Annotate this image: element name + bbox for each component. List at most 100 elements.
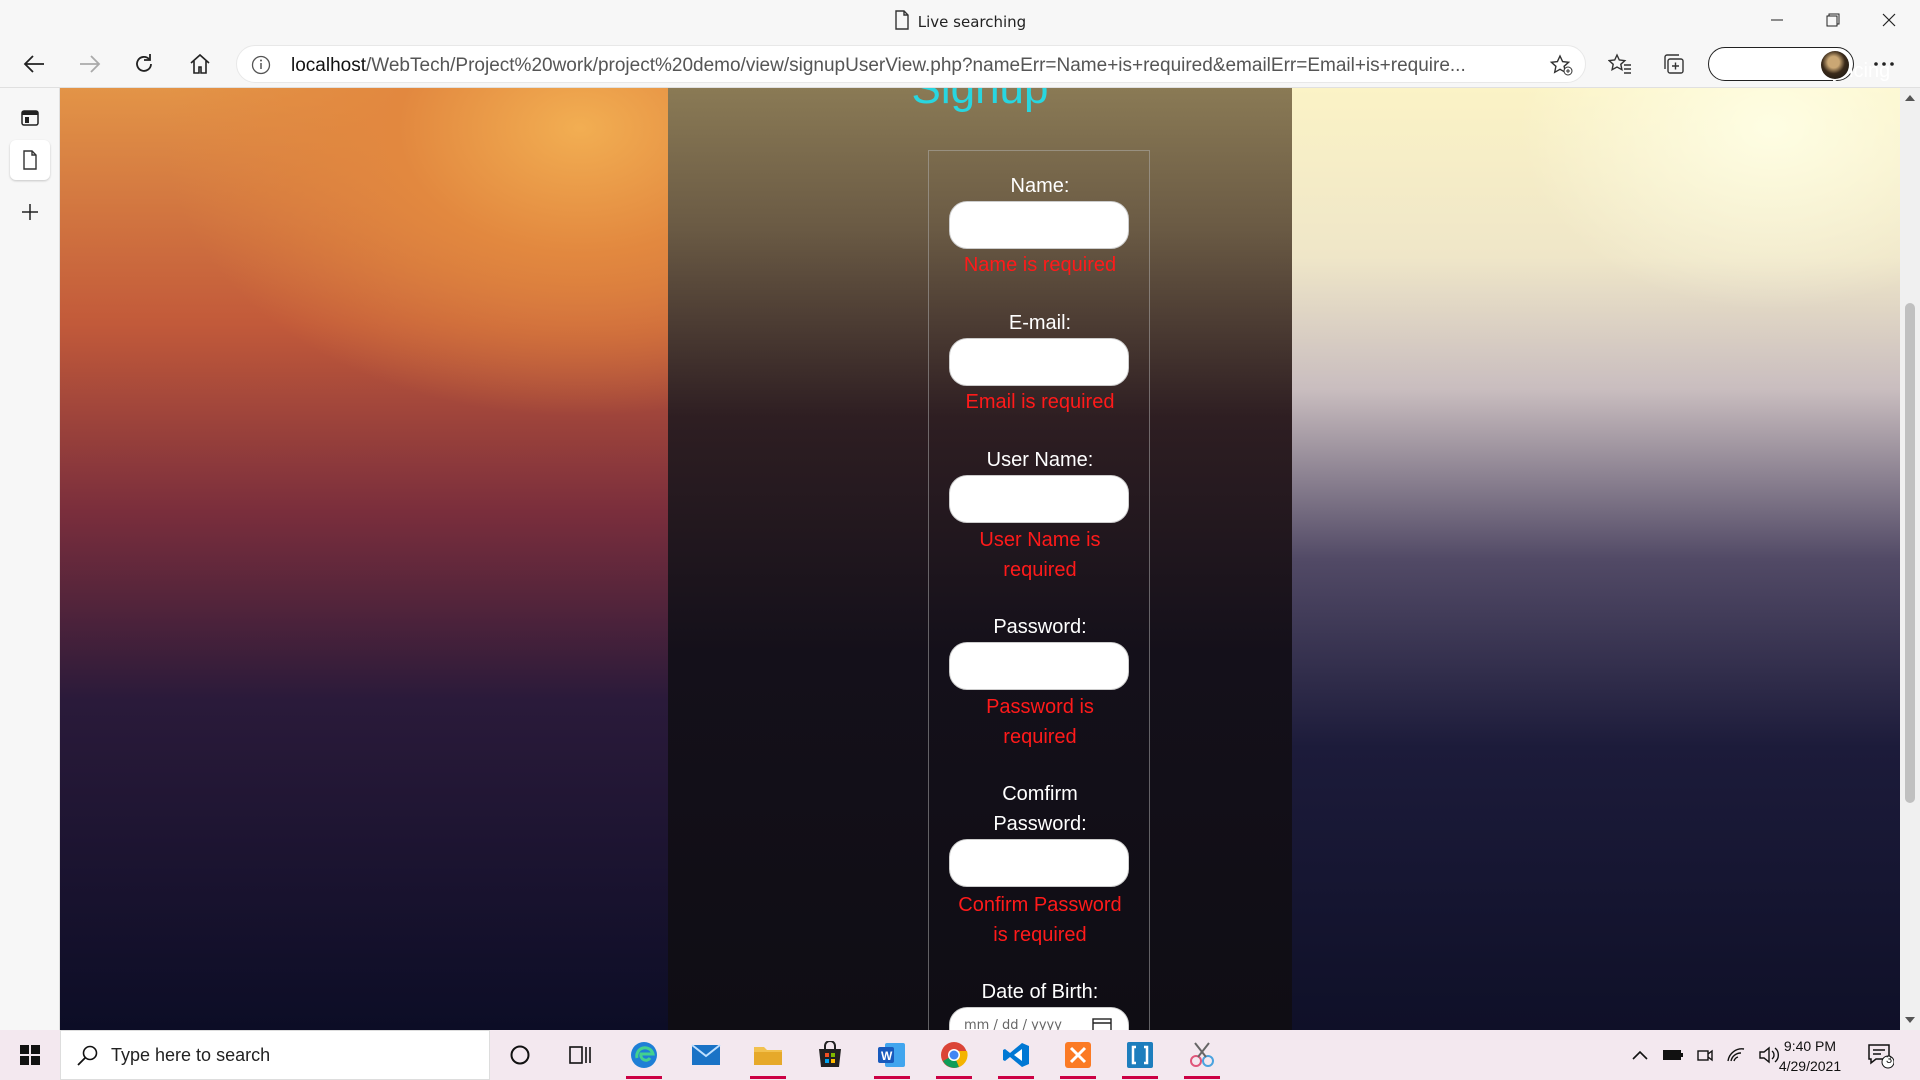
username-error-line2: required <box>1003 559 1077 581</box>
confirm-password-error-line2: is required <box>993 924 1087 946</box>
taskbar-xampp[interactable] <box>1054 1035 1102 1079</box>
taskbar-file-explorer[interactable] <box>744 1035 792 1079</box>
task-view-button[interactable] <box>556 1035 604 1075</box>
confirm-password-error-line1: Confirm Password <box>958 894 1122 916</box>
tab-actions-icon <box>21 110 39 126</box>
svg-text:W: W <box>881 1049 893 1063</box>
collections-icon <box>1664 54 1684 74</box>
confirm-password-label-line2: Password: <box>993 813 1087 835</box>
scroll-up-icon[interactable] <box>1905 94 1915 102</box>
password-label: Password: <box>993 616 1087 638</box>
dob-input[interactable]: mm / dd / yyyy <box>949 1007 1129 1030</box>
restore-icon <box>1826 13 1840 27</box>
url-text[interactable]: localhost/WebTech/Project%20work/project… <box>291 55 1531 77</box>
taskbar: Type here to search W 9:40 PM 4/29/2021 … <box>0 1030 1920 1080</box>
page-title: Signup <box>911 88 1049 113</box>
store-bag-icon <box>819 1041 841 1067</box>
username-error-line1: User Name is <box>979 529 1101 551</box>
signup-panel: Signup Name: Name is required E-mail: Em… <box>668 88 1292 1030</box>
minimize-icon <box>1771 19 1783 21</box>
web-content: Signup Name: Name is required E-mail: Em… <box>60 88 1900 1030</box>
calendar-icon[interactable] <box>1092 1016 1112 1030</box>
cortana-button[interactable] <box>496 1035 544 1075</box>
taskbar-vscode[interactable] <box>992 1035 1040 1079</box>
favorites-icon <box>1608 53 1631 74</box>
background-right <box>1292 88 1900 1030</box>
system-clock[interactable]: 9:40 PM 4/29/2021 <box>1770 1036 1850 1076</box>
ellipsis-icon <box>1874 62 1894 66</box>
signup-form: Name: Name is required E-mail: Email is … <box>928 150 1150 1030</box>
windows-logo-icon <box>20 1045 40 1065</box>
taskbar-store[interactable] <box>806 1035 854 1075</box>
plus-icon <box>22 204 38 220</box>
background-left <box>60 88 668 1030</box>
scrollbar-thumb[interactable] <box>1905 303 1915 803</box>
name-error: Name is required <box>963 254 1117 276</box>
taskbar-brackets[interactable] <box>1116 1035 1164 1079</box>
scissors-icon <box>1190 1042 1214 1067</box>
taskbar-word[interactable]: W <box>868 1035 916 1079</box>
close-button[interactable] <box>1866 6 1912 34</box>
clock-time: 9:40 PM <box>1783 1038 1837 1054</box>
email-input[interactable] <box>949 338 1129 386</box>
username-input[interactable] <box>949 475 1129 523</box>
taskbar-search-box[interactable]: Type here to search <box>60 1030 490 1080</box>
dob-label: Date of Birth: <box>981 981 1099 1003</box>
vertical-tabs-sidebar <box>0 88 60 1030</box>
password-input[interactable] <box>949 642 1129 690</box>
confirm-password-label-line1: Comfirm <box>1002 783 1078 805</box>
tab-live-searching[interactable] <box>10 140 50 180</box>
browser-toolbar: localhost/WebTech/Project%20work/project… <box>0 40 1920 88</box>
more-menu-button[interactable] <box>1866 48 1902 80</box>
taskbar-edge[interactable] <box>620 1035 668 1079</box>
chrome-icon <box>941 1042 968 1068</box>
confirm-password-input[interactable] <box>949 839 1129 887</box>
start-button[interactable] <box>6 1035 54 1075</box>
home-icon <box>190 53 210 74</box>
chevron-up-icon[interactable] <box>1632 1050 1648 1060</box>
back-button[interactable] <box>16 48 52 80</box>
taskbar-snip-sketch[interactable] <box>1178 1035 1226 1079</box>
taskbar-chrome[interactable] <box>930 1035 978 1079</box>
cortana-circle-icon <box>510 1045 530 1065</box>
clock-date: 4/29/2021 <box>1778 1058 1842 1074</box>
minimize-button[interactable] <box>1754 6 1800 34</box>
search-icon <box>77 1045 98 1066</box>
meet-now-icon[interactable] <box>1696 1046 1714 1064</box>
name-input[interactable] <box>949 201 1129 249</box>
refresh-icon <box>136 54 152 72</box>
title-bar: Live searching <box>0 0 1920 40</box>
restore-button[interactable] <box>1810 6 1856 34</box>
profile-sync-button[interactable]: Not syncing <box>1708 47 1890 82</box>
notification-count: 3 <box>1886 1054 1893 1066</box>
window-title: Live searching <box>0 10 1920 31</box>
mail-icon <box>691 1044 721 1065</box>
close-icon <box>1882 13 1896 27</box>
new-tab-button[interactable] <box>10 192 50 232</box>
favorites-button[interactable] <box>1602 48 1638 80</box>
page-scrollbar[interactable] <box>1900 88 1920 1030</box>
password-error-line1: Password is <box>986 696 1094 718</box>
name-label: Name: <box>1010 175 1070 197</box>
address-bar[interactable]: localhost/WebTech/Project%20work/project… <box>236 45 1586 83</box>
tab-actions-button[interactable] <box>10 98 50 138</box>
forward-button[interactable] <box>72 48 108 80</box>
username-label: User Name: <box>986 449 1094 471</box>
password-error-line2: required <box>1003 726 1077 748</box>
dob-placeholder: mm / dd / yyyy <box>964 1018 1062 1030</box>
scroll-down-icon[interactable] <box>1905 1016 1915 1024</box>
brackets-icon <box>1127 1042 1153 1068</box>
wifi-icon[interactable] <box>1726 1047 1746 1063</box>
document-icon <box>895 10 909 30</box>
document-icon <box>23 150 37 170</box>
refresh-button[interactable] <box>126 48 162 80</box>
action-center-button[interactable]: 3 <box>1856 1035 1904 1075</box>
info-icon[interactable] <box>251 55 271 75</box>
add-favorite-icon[interactable] <box>1549 54 1573 76</box>
home-button[interactable] <box>182 48 218 80</box>
collections-button[interactable] <box>1656 48 1692 80</box>
system-tray <box>1624 1030 1786 1080</box>
battery-icon[interactable] <box>1662 1048 1684 1062</box>
taskbar-mail[interactable] <box>682 1035 730 1075</box>
vscode-icon <box>1003 1043 1029 1067</box>
